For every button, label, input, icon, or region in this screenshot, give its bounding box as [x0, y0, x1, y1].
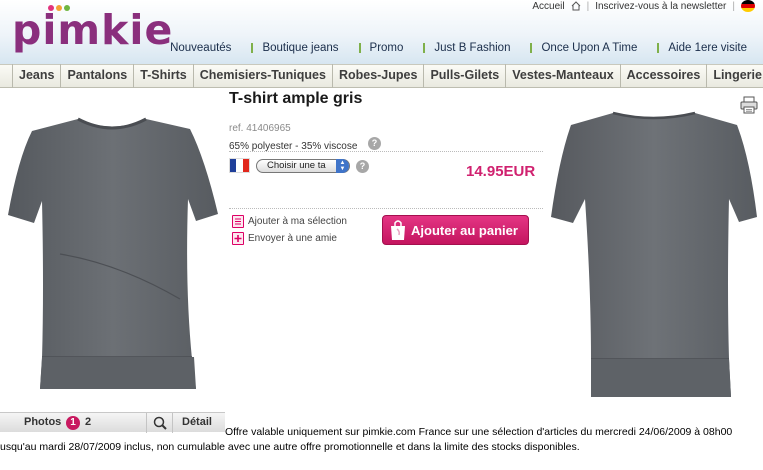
- category-lingerie[interactable]: Lingerie: [707, 64, 763, 88]
- add-to-cart-label: Ajouter au panier: [411, 222, 518, 238]
- product-ref: ref. 41406965: [229, 123, 291, 134]
- offer-line-2: usqu'au mardi 28/07/2009 inclus, non cum…: [0, 441, 580, 453]
- print-icon[interactable]: [740, 96, 758, 114]
- home-link[interactable]: Accueil: [532, 1, 564, 12]
- nav-label: Once Upon A Time: [541, 42, 638, 54]
- send-to-friend-label: Envoyer à une amie: [248, 233, 337, 244]
- nav-label: Aide 1ere visite: [668, 42, 747, 54]
- add-to-cart-button[interactable]: Ajouter au panier: [382, 215, 529, 245]
- top-links: Accueil | Inscrivez-vous à la newsletter…: [532, 0, 755, 12]
- help-icon[interactable]: ?: [356, 160, 369, 173]
- german-flag-icon[interactable]: [741, 0, 755, 12]
- category-t-shirts[interactable]: T-Shirts: [134, 64, 194, 88]
- category-robes-jupes[interactable]: Robes-Jupes: [333, 64, 425, 88]
- divider: [229, 208, 543, 209]
- nav-just-b-fashion[interactable]: Just B Fashion: [413, 42, 520, 54]
- main-nav: Nouveautés Boutique jeans Promo Just B F…: [160, 42, 757, 54]
- nav-separator: [657, 43, 660, 53]
- add-to-wishlist-label: Ajouter à ma sélection: [248, 216, 347, 227]
- nav-separator: [530, 43, 533, 53]
- send-to-friend-link[interactable]: Envoyer à une amie: [232, 232, 337, 245]
- nav-label: Promo: [369, 42, 404, 54]
- product-title: T-shirt ample gris: [229, 90, 363, 107]
- divider: [229, 151, 543, 152]
- newsletter-link[interactable]: Inscrivez-vous à la newsletter: [595, 1, 726, 12]
- offer-notice: Offre valable uniquement sur pimkie.com …: [0, 425, 763, 455]
- category-pantalons[interactable]: Pantalons: [61, 64, 135, 88]
- product-image-front[interactable]: [0, 89, 225, 412]
- nav-aide[interactable]: Aide 1ere visite: [647, 42, 757, 54]
- category-vestes-manteaux[interactable]: Vestes-Manteaux: [506, 64, 621, 88]
- category-pulls-gilets[interactable]: Pulls-Gilets: [424, 64, 507, 88]
- nav-nouveautes[interactable]: Nouveautés: [160, 42, 241, 54]
- category-chemisiers-tuniques[interactable]: Chemisiers-Tuniques: [194, 64, 333, 88]
- wishlist-icon: [232, 215, 244, 228]
- category-accessoires[interactable]: Accessoires: [621, 64, 708, 88]
- top-separator: |: [732, 0, 735, 12]
- offer-line-1: Offre valable uniquement sur pimkie.com …: [225, 426, 733, 438]
- nav-separator: [251, 43, 254, 53]
- nav-once-upon-a-time[interactable]: Once Upon A Time: [520, 42, 647, 54]
- nav-promo[interactable]: Promo: [349, 42, 414, 54]
- pimkie-logo[interactable]: pimkie: [12, 6, 173, 54]
- home-icon[interactable]: [571, 1, 581, 11]
- category-bar: Jeans Pantalons T-Shirts Chemisiers-Tuni…: [0, 64, 763, 88]
- nav-label: Nouveautés: [170, 42, 232, 54]
- size-select[interactable]: Choisir une ta ▲ ▼: [256, 159, 350, 173]
- nav-separator: [358, 43, 361, 53]
- shopping-bag-icon: [389, 219, 407, 241]
- help-icon[interactable]: ?: [368, 137, 381, 150]
- top-separator: |: [586, 0, 590, 12]
- product-image-back[interactable]: [545, 89, 763, 412]
- nav-label: Just B Fashion: [434, 42, 511, 54]
- nav-boutique-jeans[interactable]: Boutique jeans: [241, 42, 348, 54]
- size-select-value: Choisir une ta: [267, 160, 326, 171]
- nav-separator: [423, 43, 426, 53]
- category-jeans[interactable]: Jeans: [12, 64, 62, 88]
- site-header: pimkie Accueil | Inscrivez-vous à la new…: [0, 0, 763, 64]
- french-flag-icon: [229, 158, 250, 173]
- product-price: 14.95EUR: [466, 163, 536, 180]
- chevron-updown-icon: ▲ ▼: [336, 159, 349, 173]
- add-to-wishlist-link[interactable]: Ajouter à ma sélection: [232, 215, 347, 228]
- nav-label: Boutique jeans: [262, 42, 339, 54]
- email-icon: [232, 232, 244, 245]
